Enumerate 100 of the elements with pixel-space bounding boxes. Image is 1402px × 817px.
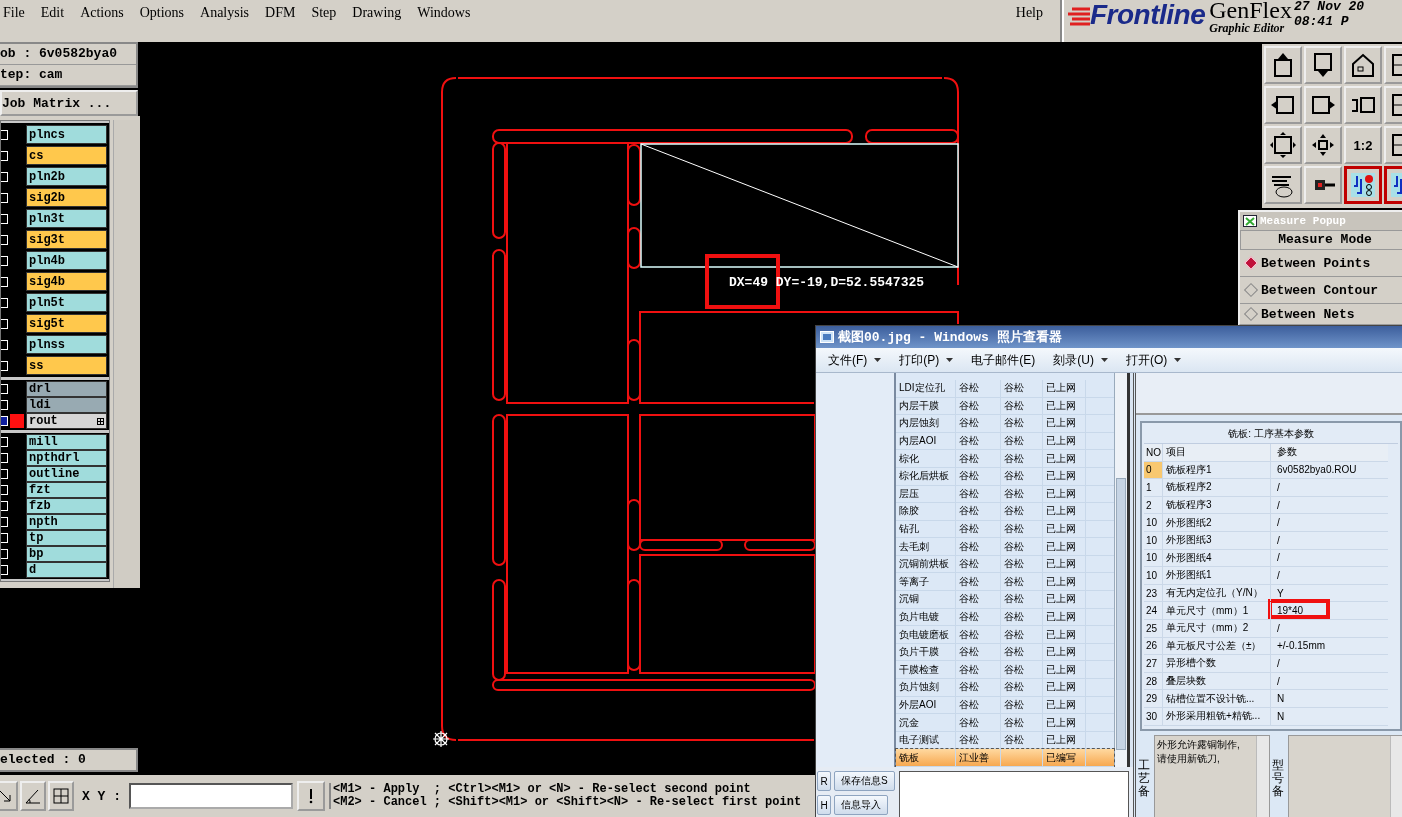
layer-name[interactable]: sig3t — [26, 230, 107, 249]
layer-name[interactable]: rout — [26, 413, 107, 429]
process-row[interactable]: 干膜检查 谷松 谷松 已上网 — [896, 661, 1114, 680]
process-row[interactable]: 沉铜 谷松 谷松 已上网 — [896, 591, 1114, 609]
layer-checkbox[interactable] — [1, 549, 8, 559]
layer-checkbox[interactable] — [1, 150, 8, 161]
layer-checkbox[interactable] — [1, 416, 8, 426]
layer-name[interactable]: cs — [26, 146, 107, 165]
menu-item[interactable]: Actions — [73, 5, 131, 21]
layer-name[interactable]: sig5t — [26, 314, 107, 333]
layer-checkbox[interactable] — [1, 255, 8, 266]
process-row[interactable]: 层压 谷松 谷松 已上网 — [896, 485, 1114, 504]
process-row[interactable]: 钻孔 谷松 谷松 已上网 — [896, 520, 1114, 539]
process-row[interactable]: 负片蚀刻 谷松 谷松 已上网 — [896, 679, 1114, 697]
process-row[interactable]: 棕化 谷松 谷松 已上网 — [896, 450, 1114, 468]
menu-item[interactable]: Analysis — [193, 5, 257, 21]
notes-field[interactable] — [898, 771, 1129, 817]
process-row[interactable]: 内层蚀刻 谷松 谷松 已上网 — [896, 415, 1114, 433]
process-row[interactable]: 负片干膜 谷松 谷松 已上网 — [896, 643, 1114, 662]
layer-checkbox[interactable] — [1, 469, 8, 479]
layer-name[interactable]: sig2b — [26, 188, 107, 207]
measure-mode-option[interactable]: Between Points — [1240, 250, 1402, 277]
layer-name[interactable]: npthdrl — [26, 450, 107, 466]
layer-checkbox[interactable] — [1, 384, 8, 394]
viewer-menu-item[interactable]: 电子邮件(E) — [971, 351, 1036, 369]
process-row[interactable]: 铣板 江业善 已编写 — [896, 749, 1114, 767]
process-row[interactable]: 除胶 谷松 谷松 已上网 — [896, 503, 1114, 521]
layer-checkbox[interactable] — [1, 400, 8, 410]
process-row[interactable]: 内层干膜 谷松 谷松 已上网 — [896, 397, 1114, 416]
memo-field[interactable] — [1288, 735, 1402, 817]
viewer-menu-item[interactable]: 打印(P) — [899, 351, 954, 369]
measure-mode-option[interactable]: Between Nets — [1240, 304, 1402, 324]
toolbar-button[interactable]: 1:2 — [1344, 126, 1382, 164]
layer-name[interactable]: sig4b — [26, 272, 107, 291]
process-row[interactable]: 等离子 谷松 谷松 已上网 — [896, 573, 1114, 592]
layer-name[interactable]: bp — [26, 546, 107, 562]
scrollbar[interactable] — [1115, 373, 1130, 767]
layer-name[interactable]: drl — [26, 381, 107, 397]
scrollbar[interactable] — [1256, 736, 1269, 817]
layer-name[interactable]: pln5t — [26, 293, 107, 312]
menu-item[interactable]: Drawing — [345, 5, 409, 21]
memo-field[interactable]: 外形允许露铜制作, 请使用新铣刀, — [1154, 735, 1270, 817]
measure-mode-option[interactable]: Between Contour — [1240, 277, 1402, 304]
layer-name[interactable]: ldi — [26, 397, 107, 413]
menu-item[interactable]: DFM — [258, 5, 303, 21]
layer-checkbox[interactable] — [1, 501, 8, 511]
layer-checkbox[interactable] — [1, 453, 8, 463]
layer-name[interactable]: pln4b — [26, 251, 107, 270]
process-row[interactable]: 内层AOI 谷松 谷松 已上网 — [896, 432, 1114, 451]
layer-checkbox[interactable] — [1, 318, 8, 329]
xy-input[interactable] — [129, 783, 293, 809]
process-row[interactable]: 外层AOI 谷松 谷松 已上网 — [896, 696, 1114, 715]
layer-name[interactable]: outline — [26, 466, 107, 482]
layer-checkbox[interactable] — [1, 485, 8, 495]
menu-item[interactable]: Options — [132, 5, 192, 21]
side-button[interactable]: H — [817, 795, 831, 815]
process-row[interactable]: 负片电镀 谷松 谷松 已上网 — [896, 608, 1114, 627]
layer-name[interactable]: fzt — [26, 482, 107, 498]
layer-checkbox[interactable] — [1, 360, 8, 371]
layer-checkbox[interactable] — [1, 565, 8, 575]
layer-checkbox[interactable] — [1, 192, 8, 203]
layer-checkbox[interactable] — [1, 517, 8, 527]
menu-item[interactable]: Edit — [33, 5, 72, 21]
layer-checkbox[interactable] — [1, 276, 8, 287]
layer-name[interactable]: npth — [26, 514, 107, 530]
layer-checkbox[interactable] — [1, 533, 8, 543]
layer-name[interactable]: fzb — [26, 498, 107, 514]
viewer-menu-item[interactable]: 打开(O) — [1126, 351, 1182, 369]
layer-checkbox[interactable] — [1, 129, 8, 140]
process-row[interactable]: 去毛刺 谷松 谷松 已上网 — [896, 538, 1114, 556]
process-row[interactable]: 沉铜前烘板 谷松 谷松 已上网 — [896, 555, 1114, 574]
alert-button[interactable] — [297, 781, 325, 811]
layer-name[interactable]: tp — [26, 530, 107, 546]
scrollbar[interactable] — [113, 120, 140, 588]
layer-checkbox[interactable] — [1, 339, 8, 350]
layer-name[interactable]: pln2b — [26, 167, 107, 186]
layer-name[interactable]: plnss — [26, 335, 107, 354]
layer-checkbox[interactable] — [1, 171, 8, 182]
side-button[interactable]: 保存信息S — [834, 771, 895, 791]
viewer-menu-item[interactable]: 刻录(U) — [1053, 351, 1108, 369]
layer-checkbox[interactable] — [1, 213, 8, 224]
scroll-thumb[interactable] — [1116, 478, 1126, 750]
layer-name[interactable]: d — [26, 562, 107, 578]
toolbar-button[interactable] — [1344, 166, 1382, 204]
layer-checkbox[interactable] — [1, 297, 8, 308]
layer-name[interactable]: ss — [26, 356, 107, 375]
viewer-menu-item[interactable]: 文件(F) — [828, 351, 882, 369]
layer-checkbox[interactable] — [1, 437, 8, 447]
side-button[interactable]: 信息导入 — [834, 795, 888, 815]
layer-name[interactable]: mill — [26, 434, 107, 450]
scrollbar[interactable] — [1390, 736, 1402, 817]
layer-name[interactable]: pln3t — [26, 209, 107, 228]
process-row[interactable]: LDI定位孔 谷松 谷松 已上网 — [896, 379, 1114, 398]
job-matrix-button[interactable]: Job Matrix ... — [0, 90, 138, 116]
layer-checkbox[interactable] — [1, 234, 8, 245]
tool-button[interactable] — [48, 781, 74, 811]
menu-item[interactable]: Windows — [410, 5, 478, 21]
layer-name[interactable]: plncs — [26, 125, 107, 144]
process-row[interactable]: 沉金 谷松 谷松 已上网 — [896, 714, 1114, 732]
help-menu[interactable]: Help — [1008, 5, 1050, 21]
